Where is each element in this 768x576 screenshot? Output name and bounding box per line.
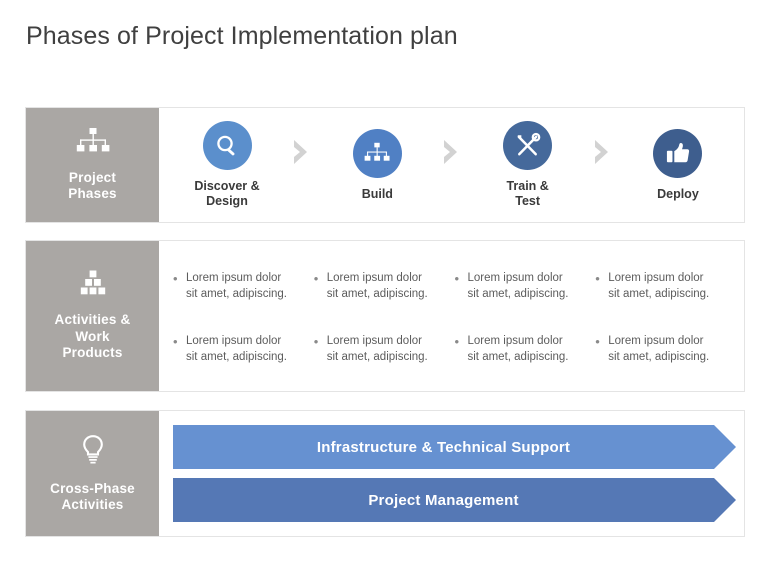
phase-label: Discover & Design [194,179,260,208]
chevron-right-icon [592,139,614,165]
list-item: • Lorem ipsum dolor sit amet, adipiscing… [314,334,449,364]
activities-label-text: Activities & Work Products [54,312,131,361]
list-item: • Lorem ipsum dolor sit amet, adipiscing… [173,271,308,301]
list-item-text: Lorem ipsum dolor sit amet, adipiscing. [608,272,710,300]
thumbs-up-icon [666,143,690,163]
list-item-text: Lorem ipsum dolor sit amet, adipiscing. [467,335,569,363]
project-phases-label-cell: Project Phases [26,108,159,222]
activities-body: • Lorem ipsum dolor sit amet, adipiscing… [159,241,744,391]
bullet-column: • Lorem ipsum dolor sit amet, adipiscing… [595,255,736,381]
bullet-column: • Lorem ipsum dolor sit amet, adipiscing… [314,255,455,381]
list-item: • Lorem ipsum dolor sit amet, adipiscing… [173,334,308,364]
org-chart-icon [364,142,390,161]
bullet-dot: • [313,271,319,287]
blocks-pyramid-icon [77,270,109,296]
bullet-dot: • [454,334,460,350]
project-phases-panel: Project Phases Discover & Design Build T… [25,107,745,223]
bullet-grid: • Lorem ipsum dolor sit amet, adipiscing… [159,241,744,391]
phase-item-build[interactable]: Build [325,128,429,202]
list-item: • Lorem ipsum dolor sit amet, adipiscing… [595,334,730,364]
cross-phase-label-text: Cross-Phase Activities [50,480,135,512]
cross-phase-activities-panel: Cross-Phase Activities Infrastructure & … [25,410,745,537]
cross-phase-body: Infrastructure & Technical Support Proje… [159,411,744,536]
list-item-text: Lorem ipsum dolor sit amet, adipiscing. [608,335,710,363]
bullet-dot: • [454,271,460,287]
activities-work-products-panel: Activities & Work Products • Lorem ipsum… [25,240,745,392]
phase-circle [503,121,553,170]
bullet-dot: • [595,271,600,287]
list-item: • Lorem ipsum dolor sit amet, adipiscing… [314,271,449,301]
arrow-stack: Infrastructure & Technical Support Proje… [159,425,744,522]
activities-label-cell: Activities & Work Products [26,241,159,391]
arrow-bar-label: Project Management [368,491,519,509]
phase-label: Deploy [657,186,699,201]
bullet-column: • Lorem ipsum dolor sit amet, adipiscing… [455,255,596,381]
bullet-dot: • [313,334,319,350]
list-item-text: Lorem ipsum dolor sit amet, adipiscing. [186,272,287,300]
chevron-right-icon [291,139,313,165]
page-title: Phases of Project Implementation plan [26,22,458,50]
arrow-bar-infrastructure[interactable]: Infrastructure & Technical Support [173,425,736,469]
list-item: • Lorem ipsum dolor sit amet, adipiscing… [455,334,590,364]
phase-label: Train & Test [506,179,549,208]
phase-circle [352,128,402,178]
bullet-dot: • [173,334,178,350]
cross-phase-label-cell: Cross-Phase Activities [26,411,159,536]
org-chart-icon [76,127,110,156]
phase-label: Build [361,186,393,201]
chevron-right-icon [441,139,463,165]
bullet-dot: • [173,271,178,287]
phase-item-discover-design[interactable]: Discover & Design [175,121,279,209]
bullet-column: • Lorem ipsum dolor sit amet, adipiscing… [173,255,314,381]
phase-item-train-test[interactable]: Train & Test [476,121,580,209]
arrow-bar-project-management[interactable]: Project Management [173,478,736,522]
arrow-bar-label: Infrastructure & Technical Support [316,438,571,456]
phase-circle [653,128,703,178]
project-phases-body: Discover & Design Build Train & Test Dep… [159,108,744,222]
phase-circle [202,121,252,170]
list-item-text: Lorem ipsum dolor sit amet, adipiscing. [186,335,287,363]
list-item: • Lorem ipsum dolor sit amet, adipiscing… [455,271,590,301]
tools-icon [517,132,541,156]
list-item-text: Lorem ipsum dolor sit amet, adipiscing. [467,272,569,300]
bullet-dot: • [595,334,600,350]
list-item-text: Lorem ipsum dolor sit amet, adipiscing. [326,272,428,300]
phase-track: Discover & Design Build Train & Test Dep… [159,121,744,209]
list-item-text: Lorem ipsum dolor sit amet, adipiscing. [326,335,428,363]
magnifier-icon [217,135,235,155]
project-phases-label-text: Project Phases [68,169,117,201]
list-item: • Lorem ipsum dolor sit amet, adipiscing… [595,271,730,301]
phase-item-deploy[interactable]: Deploy [626,128,730,202]
lightbulb-icon [79,434,107,466]
